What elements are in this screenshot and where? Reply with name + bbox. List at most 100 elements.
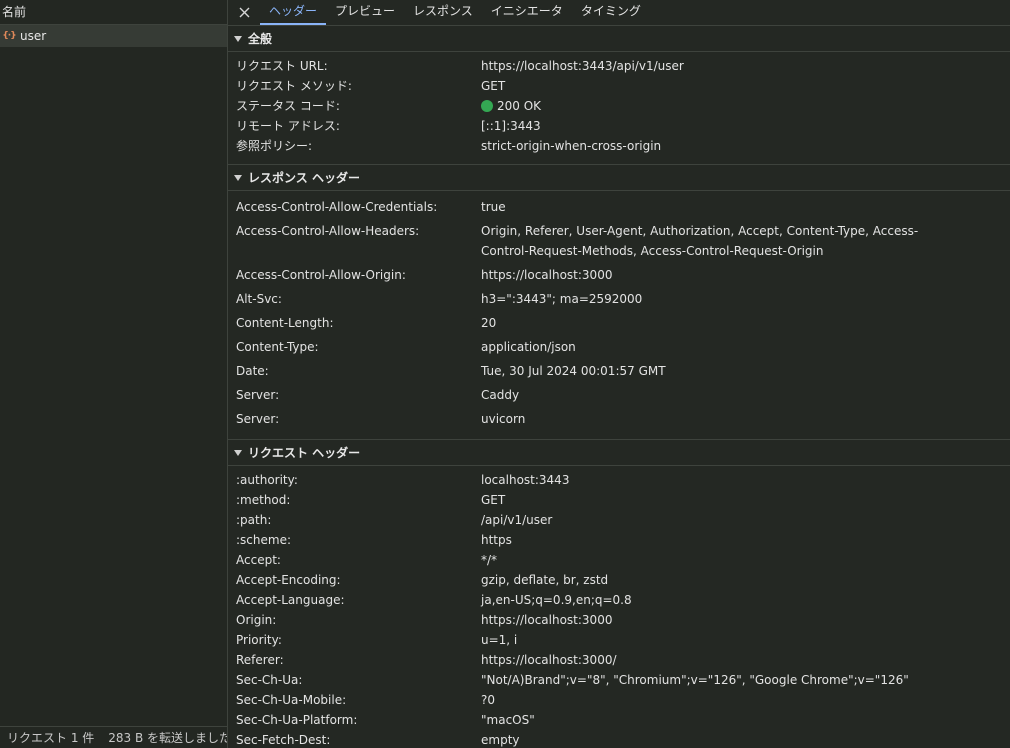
header-value: [::1]:3443 bbox=[481, 119, 541, 133]
header-value: https bbox=[481, 533, 512, 547]
request-header-row: :scheme: https bbox=[228, 530, 1010, 550]
request-header-row: Sec-Ch-Ua: "Not/A)Brand";v="8", "Chromiu… bbox=[228, 670, 1010, 690]
header-key: Referer: bbox=[236, 653, 284, 667]
expand-triangle-icon bbox=[234, 174, 242, 181]
request-list-panel: 名前 {·} user リクエスト 1 件 283 B を転送しました bbox=[0, 0, 228, 748]
status-code-value: 200 OK bbox=[481, 96, 1010, 116]
response-header-row: Content-Type: application/json bbox=[228, 335, 1010, 359]
network-status-bar: リクエスト 1 件 283 B を転送しました bbox=[0, 726, 227, 748]
tab-initiator[interactable]: イニシエータ bbox=[482, 0, 572, 25]
header-key: Server: bbox=[236, 412, 280, 426]
header-key: Access-Control-Allow-Credentials: bbox=[236, 200, 438, 214]
response-header-row: Access-Control-Allow-Credentials: true bbox=[228, 195, 1010, 219]
header-key: Content-Type: bbox=[236, 340, 319, 354]
tab-response[interactable]: レスポンス bbox=[404, 0, 482, 25]
header-key: Date: bbox=[236, 364, 269, 378]
header-value: Origin, Referer, User-Agent, Authorizati… bbox=[481, 224, 919, 258]
general-row: ステータス コード: 200 OK bbox=[228, 96, 1010, 116]
header-key: :authority: bbox=[236, 473, 298, 487]
request-header-row: Referer: https://localhost:3000/ bbox=[228, 650, 1010, 670]
header-key: :method: bbox=[236, 493, 291, 507]
transferred-size: 283 B を転送しました bbox=[108, 731, 227, 745]
tab-headers[interactable]: ヘッダー bbox=[260, 0, 327, 25]
section-title: レスポンス ヘッダー bbox=[248, 171, 360, 185]
header-key: Sec-Ch-Ua-Platform: bbox=[236, 713, 358, 727]
response-header-row: Alt-Svc: h3=":3443"; ma=2592000 bbox=[228, 287, 1010, 311]
response-header-row: Server: Caddy bbox=[228, 383, 1010, 407]
response-header-row: Access-Control-Allow-Origin: https://loc… bbox=[228, 263, 1010, 287]
close-icon[interactable] bbox=[228, 0, 260, 25]
section-request-headers-header[interactable]: リクエスト ヘッダー bbox=[228, 440, 1010, 466]
header-key: リクエスト メソッド: bbox=[236, 79, 352, 93]
header-value: 20 bbox=[481, 316, 497, 330]
header-key: Server: bbox=[236, 388, 280, 402]
detail-tabs: ヘッダー プレビュー レスポンス イニシエータ タイミング bbox=[228, 0, 1010, 26]
header-key: Access-Control-Allow-Headers: bbox=[236, 224, 420, 238]
request-header-row: :authority: localhost:3443 bbox=[228, 470, 1010, 490]
status-ok-dot-icon bbox=[481, 100, 493, 112]
request-name: user bbox=[20, 29, 47, 43]
header-value: ja,en-US;q=0.9,en;q=0.8 bbox=[481, 593, 632, 607]
section-response-headers-body: Access-Control-Allow-Credentials: true A… bbox=[228, 191, 1010, 440]
header-key: :scheme: bbox=[236, 533, 291, 547]
json-braces-icon: {·} bbox=[2, 31, 16, 41]
header-key: Accept-Language: bbox=[236, 593, 345, 607]
request-header-row: Sec-Ch-Ua-Mobile: ?0 bbox=[228, 690, 1010, 710]
header-key: リモート アドレス: bbox=[236, 119, 340, 133]
header-value: https://localhost:3443/api/v1/user bbox=[481, 59, 684, 73]
response-header-row: Content-Length: 20 bbox=[228, 311, 1010, 335]
header-key: Priority: bbox=[236, 633, 282, 647]
request-detail-panel: ヘッダー プレビュー レスポンス イニシエータ タイミング 全般 リクエスト U… bbox=[228, 0, 1010, 748]
header-value: "macOS" bbox=[481, 713, 535, 727]
header-value: application/json bbox=[481, 340, 576, 354]
request-count: リクエスト 1 件 bbox=[7, 731, 95, 745]
header-value: https://localhost:3000/ bbox=[481, 653, 617, 667]
general-row: リクエスト メソッド: GET bbox=[228, 76, 1010, 96]
section-title: 全般 bbox=[248, 32, 273, 46]
request-row-user[interactable]: {·} user bbox=[0, 25, 227, 47]
response-header-row: Date: Tue, 30 Jul 2024 00:01:57 GMT bbox=[228, 359, 1010, 383]
header-value: empty bbox=[481, 733, 520, 747]
header-value: ?0 bbox=[481, 693, 496, 707]
section-general-header[interactable]: 全般 bbox=[228, 26, 1010, 52]
general-row: リクエスト URL: https://localhost:3443/api/v1… bbox=[228, 56, 1010, 76]
header-key: :path: bbox=[236, 513, 272, 527]
expand-triangle-icon bbox=[234, 35, 242, 42]
header-value: "Not/A)Brand";v="8", "Chromium";v="126",… bbox=[481, 673, 909, 687]
request-header-row: Origin: https://localhost:3000 bbox=[228, 610, 1010, 630]
request-header-row: Sec-Fetch-Dest: empty bbox=[228, 730, 1010, 748]
request-header-row: Accept: */* bbox=[228, 550, 1010, 570]
section-response-headers-header[interactable]: レスポンス ヘッダー bbox=[228, 165, 1010, 191]
request-header-row: Priority: u=1, i bbox=[228, 630, 1010, 650]
header-value: GET bbox=[481, 79, 506, 93]
header-key: Sec-Ch-Ua-Mobile: bbox=[236, 693, 347, 707]
response-header-row: Server: uvicorn bbox=[228, 407, 1010, 431]
response-header-row: Access-Control-Allow-Headers: Origin, Re… bbox=[228, 219, 1010, 263]
name-column-header[interactable]: 名前 bbox=[0, 0, 227, 25]
general-row: リモート アドレス: [::1]:3443 bbox=[228, 116, 1010, 136]
header-value: strict-origin-when-cross-origin bbox=[481, 139, 662, 153]
header-value: GET bbox=[481, 493, 506, 507]
header-value: uvicorn bbox=[481, 412, 526, 426]
general-row: 参照ポリシー: strict-origin-when-cross-origin bbox=[228, 136, 1010, 156]
header-key: Accept: bbox=[236, 553, 281, 567]
request-header-row: :path: /api/v1/user bbox=[228, 510, 1010, 530]
section-request-headers-body: :authority: localhost:3443 :method: GET … bbox=[228, 466, 1010, 748]
status-code-text: 200 OK bbox=[497, 99, 542, 113]
request-header-row: Accept-Encoding: gzip, deflate, br, zstd bbox=[228, 570, 1010, 590]
header-value: gzip, deflate, br, zstd bbox=[481, 573, 609, 587]
request-header-row: :method: GET bbox=[228, 490, 1010, 510]
header-value: https://localhost:3000 bbox=[481, 613, 613, 627]
header-value: localhost:3443 bbox=[481, 473, 570, 487]
header-key: Origin: bbox=[236, 613, 277, 627]
header-value: */* bbox=[481, 553, 498, 567]
tab-preview[interactable]: プレビュー bbox=[326, 0, 404, 25]
header-value: https://localhost:3000 bbox=[481, 268, 613, 282]
section-title: リクエスト ヘッダー bbox=[248, 446, 361, 460]
section-general-body: リクエスト URL: https://localhost:3443/api/v1… bbox=[228, 52, 1010, 165]
header-key: Sec-Ch-Ua: bbox=[236, 673, 303, 687]
header-value: /api/v1/user bbox=[481, 513, 553, 527]
header-key: Content-Length: bbox=[236, 316, 334, 330]
tab-timing[interactable]: タイミング bbox=[572, 0, 650, 25]
header-key: Access-Control-Allow-Origin: bbox=[236, 268, 406, 282]
